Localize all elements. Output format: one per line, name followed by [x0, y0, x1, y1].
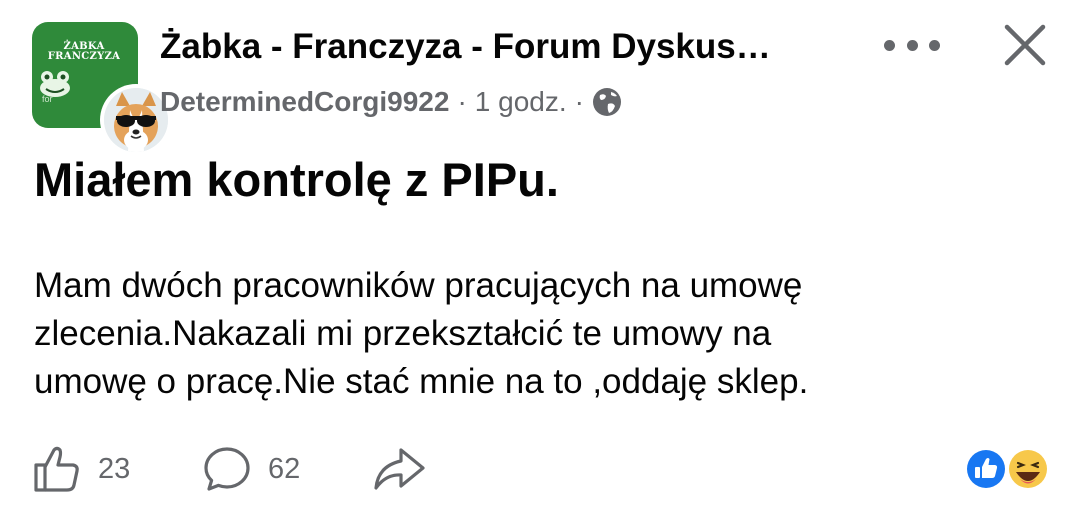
group-logo-sub: for	[42, 94, 53, 104]
thumbs-up-icon	[34, 446, 79, 492]
comment-button[interactable]: 62	[202, 444, 300, 494]
meta-separator: ·	[574, 86, 584, 117]
post-body-line: zlecenia.Nakazali mi przekształcić te um…	[34, 314, 772, 353]
haha-reaction-icon	[1007, 448, 1049, 490]
close-icon[interactable]	[1000, 20, 1050, 70]
more-dot	[906, 39, 918, 51]
post-body: Mam dwóch pracowników pracujących na umo…	[34, 262, 1044, 406]
more-dot	[929, 39, 940, 51]
share-arrow-icon	[374, 448, 425, 490]
like-button[interactable]: 23	[32, 444, 130, 494]
group-logo-text: ŻABKA FRANCZYZA	[32, 42, 136, 62]
reactions-summary[interactable]	[962, 446, 1052, 492]
share-button[interactable]	[372, 444, 426, 494]
like-count: 23	[98, 452, 131, 485]
post-title: Miałem kontrolę z PIPu.	[34, 153, 559, 206]
author-name[interactable]: DeterminedCorgi9922	[160, 86, 449, 118]
comment-count: 62	[268, 452, 301, 485]
post-time[interactable]: 1 godz.	[475, 86, 567, 118]
post-body-line: Mam dwóch pracowników pracujących na umo…	[34, 266, 803, 305]
like-reaction-icon	[965, 448, 1007, 490]
group-name[interactable]: Żabka - Franczyza - Forum Dyskus…	[160, 26, 840, 68]
corgi-avatar-image	[104, 88, 168, 152]
post-body-line: umowę o pracę.Nie stać mnie na to ,oddaj…	[34, 362, 809, 401]
more-options-button[interactable]	[884, 30, 940, 60]
post-meta: DeterminedCorgi9922 · 1 godz. ·	[160, 82, 622, 122]
reaction-icons	[965, 448, 1049, 490]
group-logo-line2: FRANCZYZA	[47, 51, 121, 62]
corgi-icon	[104, 88, 168, 152]
meta-separator: ·	[457, 86, 467, 117]
more-dot	[884, 39, 895, 51]
group-avatar[interactable]: ŻABKA FRANCZYZA for	[32, 22, 172, 156]
comment-bubble-icon	[204, 447, 250, 491]
globe-icon	[592, 88, 621, 116]
